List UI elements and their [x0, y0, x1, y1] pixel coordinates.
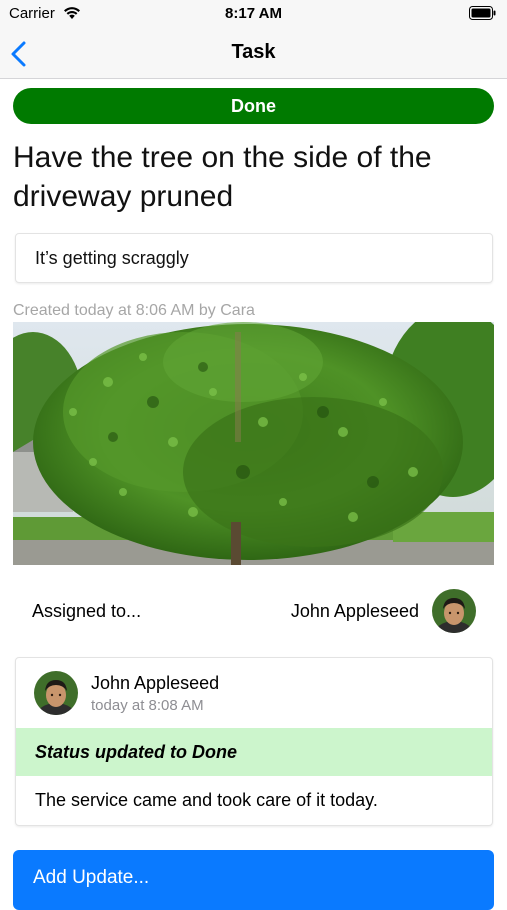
task-description: It’s getting scraggly	[35, 248, 189, 268]
assigned-to-label: Assigned to...	[32, 601, 142, 621]
update-body: The service came and took care of it tod…	[35, 790, 378, 810]
update-timestamp: today at 8:08 AM	[91, 697, 204, 714]
status-bar: Carrier 8:17 AM	[0, 0, 507, 30]
task-title: Have the tree on the side of the drivewa…	[13, 141, 432, 213]
description-card: It’s getting scraggly	[15, 233, 493, 283]
battery-icon	[469, 6, 496, 25]
status-badge[interactable]: Done	[13, 88, 494, 124]
add-update-label: Add Update...	[33, 867, 150, 888]
navigation-bar: Task	[0, 30, 507, 79]
status-change-banner: Status updated to Done	[16, 728, 492, 776]
update-card: John Appleseed today at 8:08 AM Status u…	[15, 657, 493, 826]
update-author-avatar	[34, 671, 78, 715]
task-photo[interactable]	[13, 322, 494, 565]
assignee-name[interactable]: John Appleseed	[291, 601, 419, 622]
created-meta: Created today at 8:06 AM by Cara	[13, 302, 255, 319]
add-update-button[interactable]: Add Update...	[13, 850, 494, 910]
page-title: Task	[231, 41, 276, 63]
assignee-avatar[interactable]	[432, 589, 476, 633]
clock: 8:17 AM	[225, 5, 282, 22]
update-author: John Appleseed	[91, 673, 220, 693]
status-change-text: Status updated to Done	[35, 742, 237, 762]
